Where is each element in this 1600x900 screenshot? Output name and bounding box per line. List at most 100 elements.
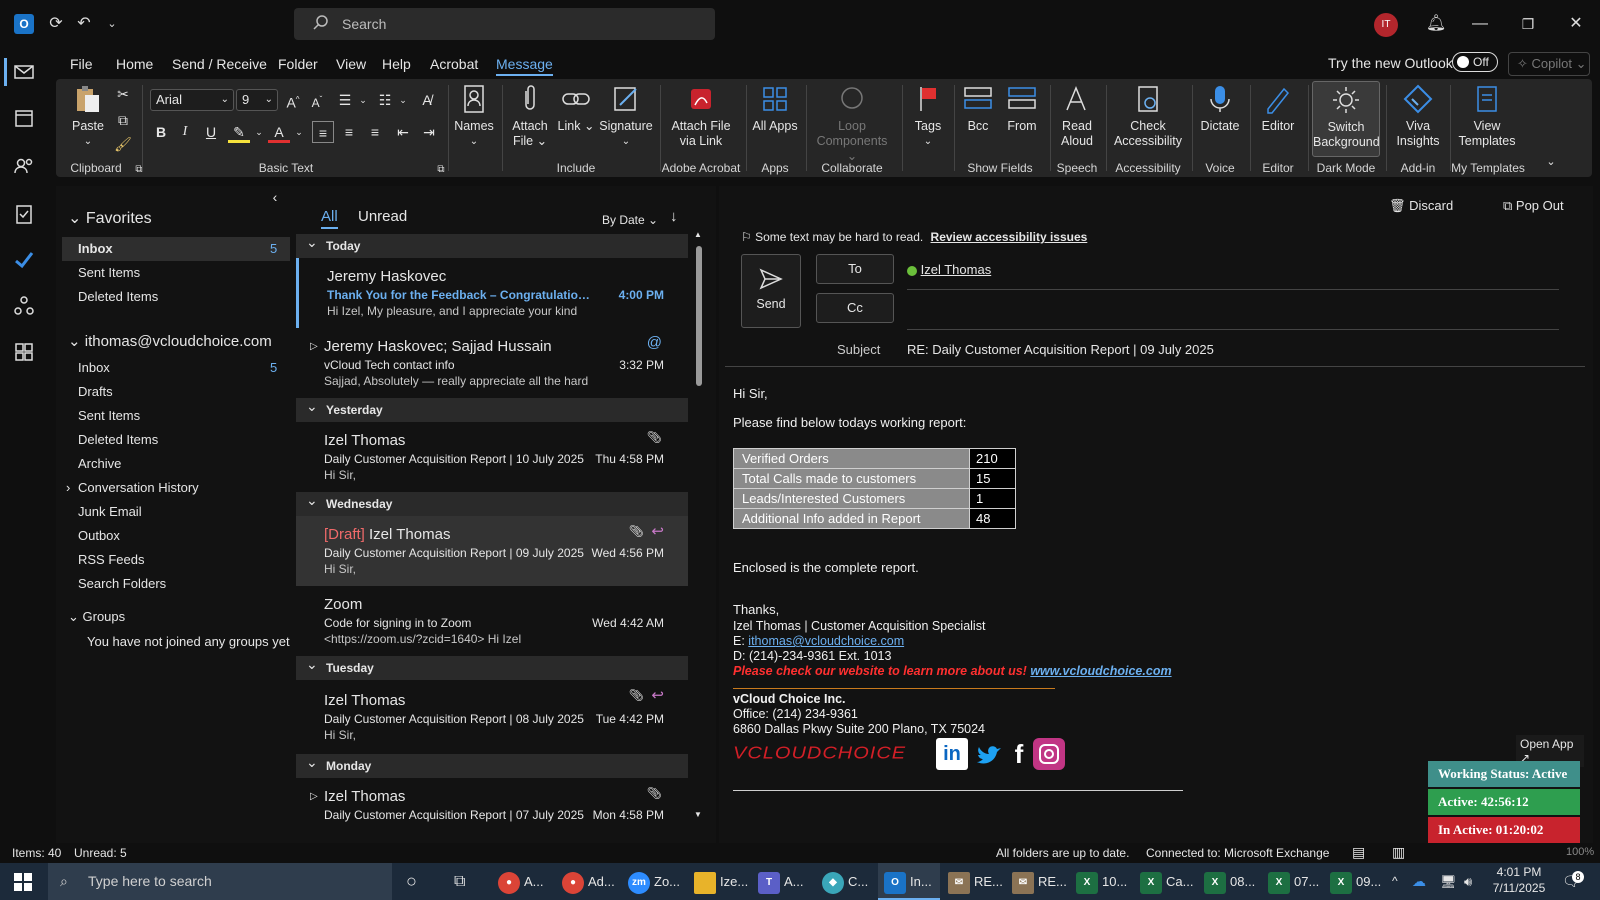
link-button[interactable]: Link ⌄: [556, 83, 596, 134]
list-item[interactable]: Izel Thomas 📎︎ ↩ Daily Customer Acquisit…: [296, 680, 688, 754]
loop-components-button[interactable]: Loop Components ⌄: [810, 83, 894, 164]
group-wednesday[interactable]: Wednesday: [296, 488, 688, 516]
font-color-dropdown-icon[interactable]: ⌄: [288, 121, 310, 143]
instagram-icon[interactable]: [1033, 738, 1065, 770]
copy-icon[interactable]: ⧉: [112, 109, 134, 131]
list-item[interactable]: ▷ Izel Thomas 📎︎ Daily Customer Acquisit…: [296, 778, 688, 838]
facebook-icon[interactable]: f: [1009, 738, 1029, 770]
expand-thread-icon[interactable]: ▷: [310, 341, 318, 352]
shrink-font-icon[interactable]: Aˇ: [306, 89, 328, 111]
todo-check-icon[interactable]: [12, 248, 36, 272]
taskbar-app-excel4[interactable]: X 07...: [1268, 863, 1319, 900]
minimize-icon[interactable]: —: [1468, 12, 1492, 36]
list-item[interactable]: [Draft] Izel Thomas 📎︎ ↩ Daily Customer …: [296, 516, 688, 586]
mail-icon[interactable]: [12, 60, 36, 84]
menu-view[interactable]: View: [336, 56, 366, 72]
tasks-icon[interactable]: [12, 202, 36, 226]
names-button[interactable]: Names ⌄: [452, 83, 496, 149]
font-name-select[interactable]: Arial ⌄: [150, 89, 234, 111]
switch-background-button[interactable]: Switch Background: [1312, 81, 1380, 157]
font-size-select[interactable]: 9 ⌄: [236, 89, 278, 111]
discard-button[interactable]: 🗑︎ Discard: [1389, 198, 1453, 214]
grow-font-icon[interactable]: A^: [282, 89, 304, 111]
ribbon-expand-icon[interactable]: ⌄: [1540, 151, 1562, 173]
taskbar-app-outlook[interactable]: O In...: [878, 863, 940, 900]
folder-drafts[interactable]: Drafts: [78, 384, 113, 399]
sync-icon[interactable]: ⟳: [46, 14, 66, 34]
align-center-icon[interactable]: ≡: [338, 121, 360, 143]
group-yesterday[interactable]: Yesterday: [296, 394, 688, 422]
dictate-button[interactable]: Dictate: [1196, 83, 1244, 134]
attach-file-button[interactable]: Attach File ⌄: [506, 83, 554, 149]
group-today[interactable]: Today: [296, 230, 688, 258]
to-field[interactable]: Izel Thomas: [907, 262, 991, 277]
to-button[interactable]: To: [816, 254, 894, 284]
cortana-icon[interactable]: ○: [406, 863, 417, 900]
folder-fav-deleted[interactable]: Deleted Items: [78, 289, 158, 304]
twitter-icon[interactable]: [973, 738, 1005, 770]
favorites-header[interactable]: ⌄ Favorites: [68, 208, 152, 228]
folder-outbox[interactable]: Outbox: [78, 528, 120, 543]
list-item[interactable]: ▷ Jeremy Haskovec; Sajjad Hussain @ vClo…: [296, 328, 688, 398]
tab-unread[interactable]: Unread: [358, 208, 407, 225]
taskbar-search-input[interactable]: ⌕ Type here to search: [48, 863, 392, 900]
menu-home[interactable]: Home: [116, 56, 153, 72]
bcc-button[interactable]: Bcc: [956, 83, 1000, 134]
bell-icon[interactable]: 🔔︎: [1424, 12, 1448, 36]
volume-icon[interactable]: 🔊︎: [1464, 863, 1472, 900]
taskbar-app-chrome[interactable]: ● A...: [498, 863, 544, 900]
taskbar-app-chrome2[interactable]: ● Ad...: [562, 863, 615, 900]
menu-folder[interactable]: Folder: [278, 56, 318, 72]
decrease-indent-icon[interactable]: ⇤: [392, 121, 414, 143]
align-left-icon[interactable]: ≡: [312, 121, 334, 143]
taskbar-app-mail1[interactable]: ✉ RE...: [948, 863, 1003, 900]
zoom-level[interactable]: 100%: [1566, 846, 1594, 858]
network-icon[interactable]: 🖥︎: [1440, 863, 1457, 900]
group-tuesday[interactable]: Tuesday: [296, 652, 688, 680]
taskbar-app-teams[interactable]: T A...: [758, 863, 804, 900]
increase-indent-icon[interactable]: ⇥: [418, 121, 440, 143]
italic-icon[interactable]: I: [174, 121, 196, 143]
close-icon[interactable]: ✕: [1564, 12, 1588, 36]
folder-junk[interactable]: Junk Email: [78, 504, 142, 519]
format-painter-icon[interactable]: 🖌︎: [112, 133, 134, 155]
clear-formatting-icon[interactable]: A̸: [416, 89, 438, 111]
cut-icon[interactable]: ✂: [112, 83, 134, 105]
menu-send-receive[interactable]: Send / Receive: [172, 56, 267, 72]
scrollbar-thumb[interactable]: [696, 246, 702, 386]
org-explorer-icon[interactable]: [12, 294, 36, 318]
taskbar-app-excel1[interactable]: X 10...: [1076, 863, 1127, 900]
all-apps-button[interactable]: All Apps: [750, 83, 800, 134]
taskbar-app-explorer[interactable]: Ize...: [694, 863, 748, 900]
taskbar-clock[interactable]: 4:01 PM 7/11/2025: [1486, 865, 1552, 895]
highlight-dropdown-icon[interactable]: ⌄: [248, 121, 270, 143]
review-accessibility-link[interactable]: Review accessibility issues: [931, 230, 1088, 244]
restore-icon[interactable]: ❐: [1516, 12, 1540, 36]
onedrive-icon[interactable]: ☁: [1412, 863, 1426, 900]
expand-chevron-icon[interactable]: ›: [66, 480, 70, 495]
people-icon[interactable]: [12, 154, 36, 178]
windows-start-icon[interactable]: [14, 863, 34, 900]
editor-button[interactable]: Editor: [1254, 83, 1302, 134]
list-item[interactable]: Jeremy Haskovec Thank You for the Feedba…: [296, 258, 688, 328]
reading-view-icon[interactable]: ▥: [1392, 844, 1405, 861]
folder-conversation-history[interactable]: › Conversation History: [66, 480, 199, 495]
notification-center-icon[interactable]: 🗨︎ 8: [1562, 863, 1584, 900]
viva-insights-button[interactable]: Viva Insights: [1390, 83, 1446, 149]
highlight-icon[interactable]: ✎: [228, 121, 250, 143]
groups-header[interactable]: ⌄ Groups: [68, 609, 125, 625]
pop-out-button[interactable]: ⧉ Pop Out: [1503, 198, 1564, 214]
account-header[interactable]: ⌄ ithomas@vcloudchoice.com: [68, 332, 272, 350]
sort-direction-icon[interactable]: ↓: [670, 208, 678, 225]
folder-fav-inbox[interactable]: Inbox: [78, 241, 113, 256]
menu-message[interactable]: Message: [496, 56, 553, 76]
collapse-pane-icon[interactable]: ‹: [264, 186, 286, 208]
numbering-dropdown-icon[interactable]: ⌄: [392, 89, 414, 111]
scroll-up-icon[interactable]: ▲: [694, 230, 702, 239]
taskbar-app-zoom[interactable]: zm Zo...: [628, 863, 680, 900]
calendar-icon[interactable]: [12, 106, 36, 130]
linkedin-icon[interactable]: in: [936, 738, 968, 770]
scroll-down-icon[interactable]: ▼: [694, 810, 702, 819]
align-right-icon[interactable]: ≡: [364, 121, 386, 143]
taskbar-app-excel2[interactable]: X Ca...: [1140, 863, 1193, 900]
